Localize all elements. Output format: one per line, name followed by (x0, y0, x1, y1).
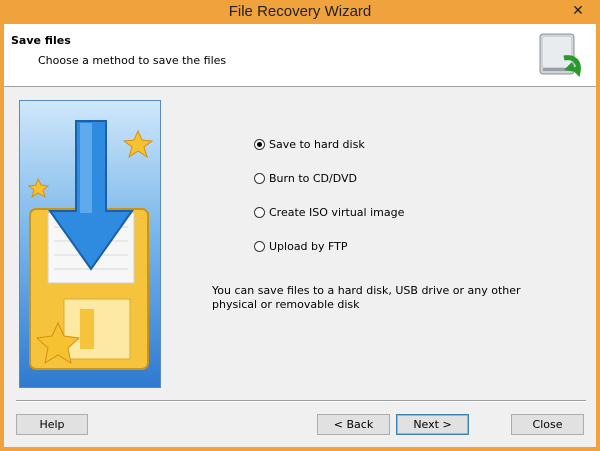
footer-divider (16, 400, 586, 402)
option-label: Upload by FTP (269, 240, 348, 253)
option-burn-to-cd-dvd[interactable]: Burn to CD/DVD (254, 172, 357, 185)
radio-upload-by-ftp[interactable] (254, 241, 265, 252)
close-button[interactable]: Close (511, 414, 584, 435)
title-bar[interactable]: File Recovery Wizard ✕ (0, 0, 600, 24)
next-button[interactable]: Next > (396, 414, 469, 435)
option-upload-by-ftp[interactable]: Upload by FTP (254, 240, 348, 253)
wizard-illustration (19, 100, 161, 388)
help-button[interactable]: Help (16, 414, 88, 435)
option-description: You can save files to a hard disk, USB d… (212, 284, 521, 311)
option-create-iso-image[interactable]: Create ISO virtual image (254, 206, 404, 219)
option-label: Burn to CD/DVD (269, 172, 357, 185)
radio-create-iso-image[interactable] (254, 207, 265, 218)
header-title: Save files (11, 34, 71, 47)
option-label: Create ISO virtual image (269, 206, 405, 219)
hard-drive-recover-icon (539, 33, 581, 78)
option-save-to-hard-disk[interactable]: Save to hard disk (254, 138, 365, 151)
wizard-client-area: Save files Choose a method to save the f… (4, 24, 596, 447)
floppy-download-image (27, 120, 154, 370)
header-subtitle: Choose a method to save the files (38, 54, 227, 67)
wizard-header: Save files Choose a method to save the f… (4, 24, 596, 87)
window-title: File Recovery Wizard (228, 3, 372, 20)
window-close-icon[interactable]: ✕ (563, 1, 593, 21)
wizard-window: File Recovery Wizard ✕ Save files Choose… (0, 0, 600, 451)
option-label: Save to hard disk (269, 138, 365, 151)
radio-save-to-hard-disk[interactable] (254, 139, 265, 150)
back-button[interactable]: < Back (317, 414, 390, 435)
radio-burn-to-cd-dvd[interactable] (254, 173, 265, 184)
